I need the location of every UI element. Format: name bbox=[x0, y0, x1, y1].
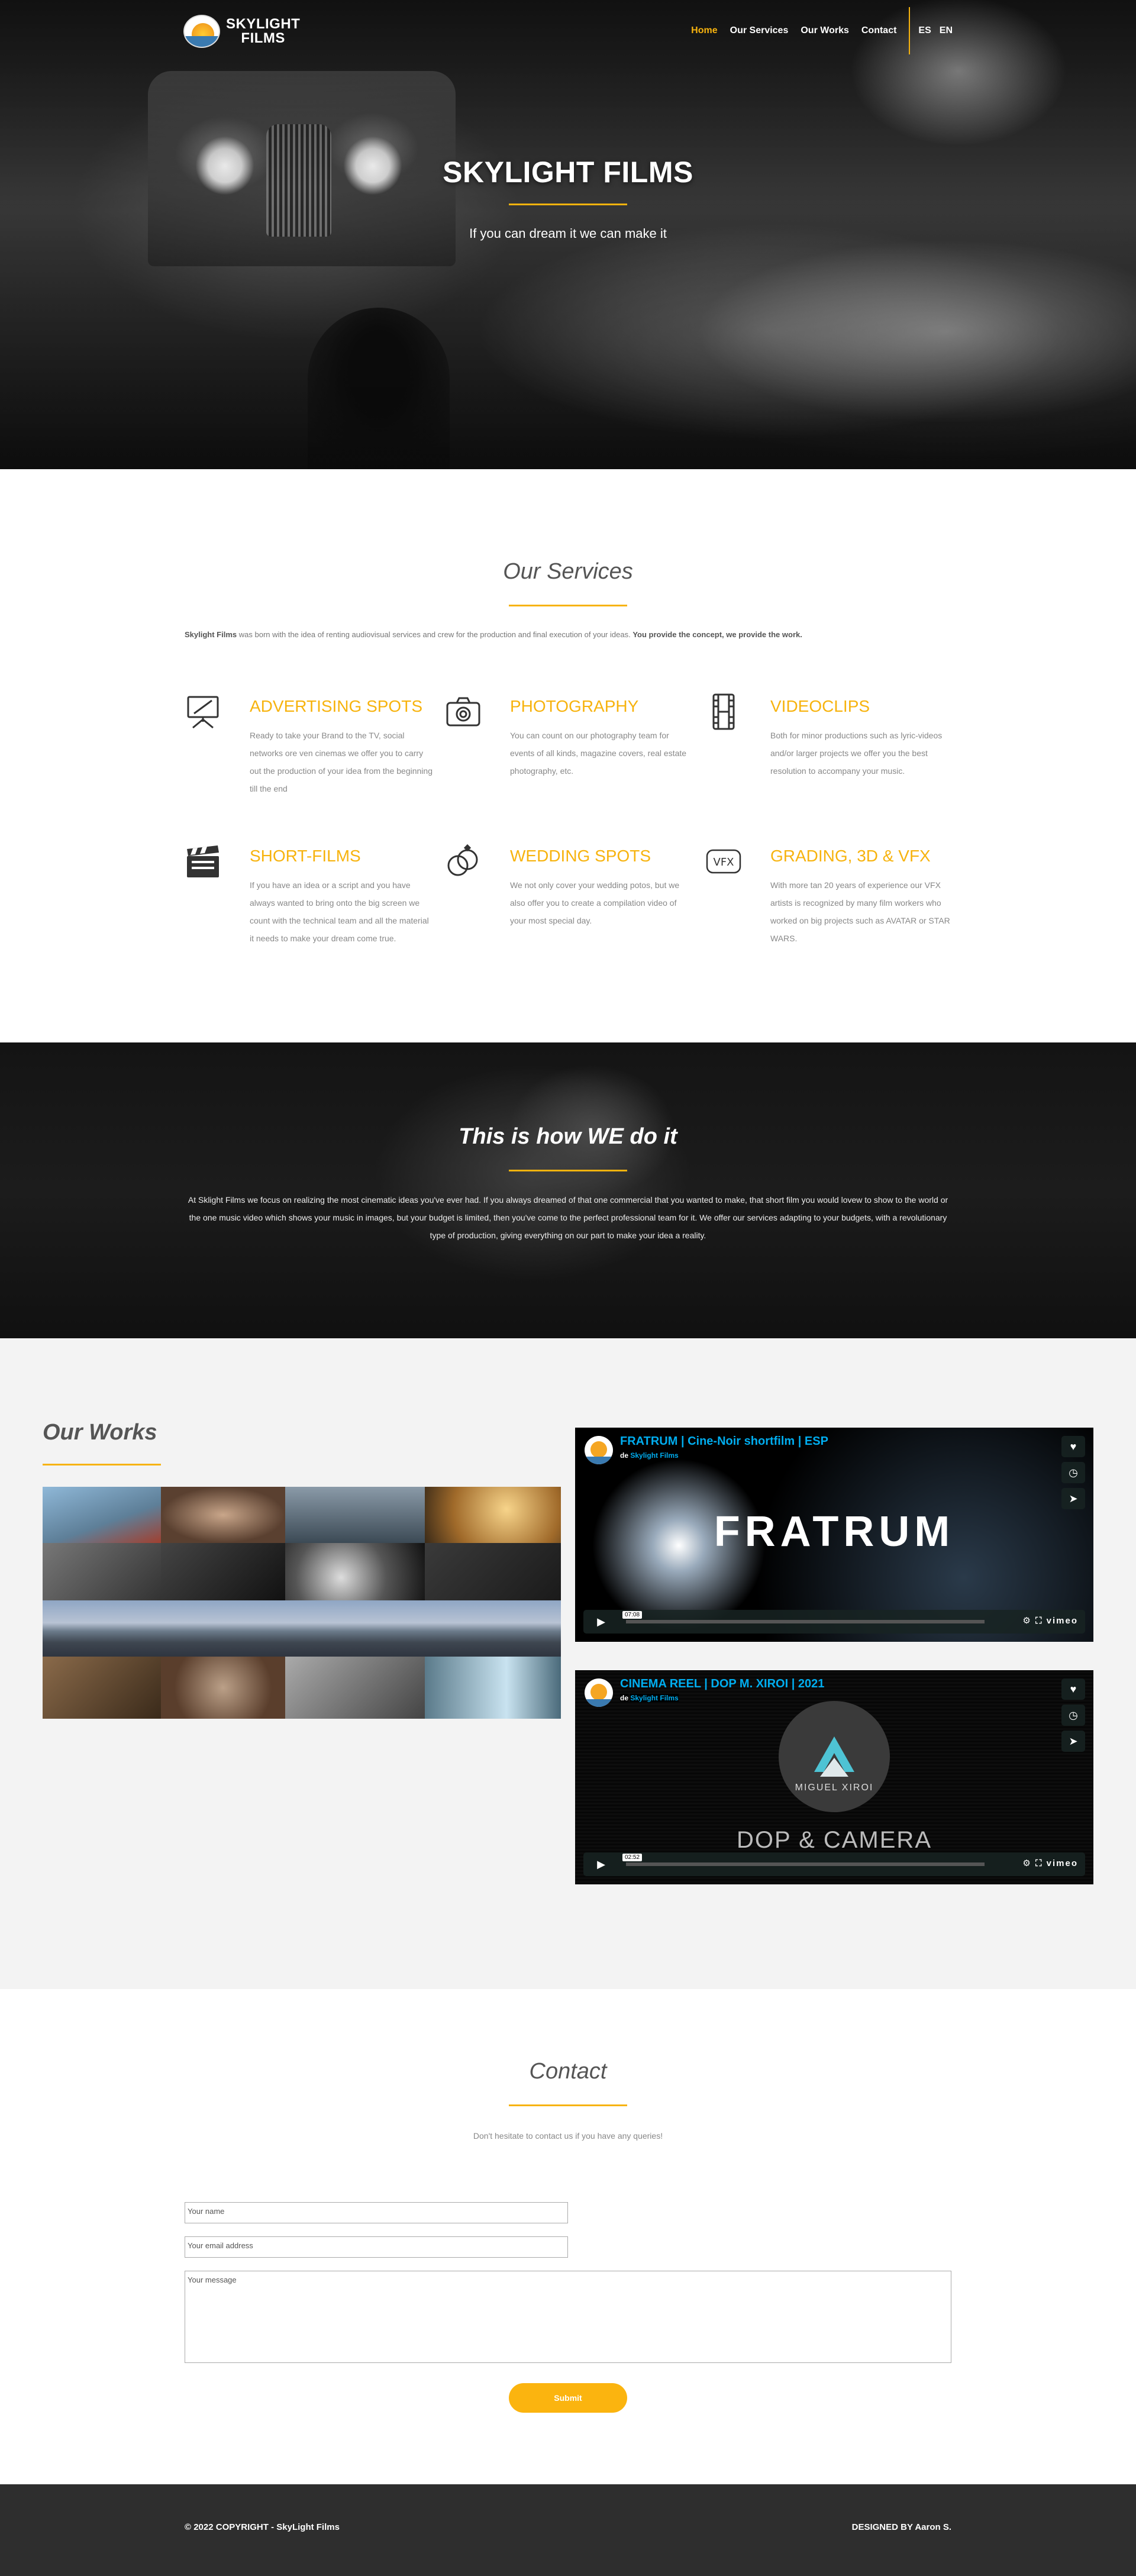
share-icon[interactable]: ➤ bbox=[1061, 1731, 1085, 1752]
video-channel[interactable]: Skylight Films bbox=[630, 1694, 679, 1702]
footer-designer: DESIGNED BY Aaron S. bbox=[851, 2522, 951, 2532]
how-text: At Sklight Films we focus on realizing t… bbox=[188, 1195, 948, 1240]
video-progress-track[interactable] bbox=[626, 1620, 985, 1623]
service-grading-vfx: VFX GRADING, 3D & VFX With more tan 20 y… bbox=[705, 843, 960, 973]
service-title: PHOTOGRAPHY bbox=[510, 697, 639, 715]
fullscreen-icon[interactable]: ⛶ bbox=[1035, 1858, 1043, 1868]
services-intro: Skylight Films was born with the idea of… bbox=[185, 630, 802, 639]
name-field[interactable]: Your name bbox=[185, 2202, 568, 2223]
works-collage-image[interactable] bbox=[43, 1487, 561, 1719]
video-control-bar: ▶ 07:08 ⚙ ⛶ vimeo bbox=[583, 1610, 1085, 1634]
lang-en[interactable]: EN bbox=[940, 25, 953, 36]
video-player-fratrum[interactable]: FRATRUM FRATRUM | Cine-Noir shortfilm | … bbox=[575, 1428, 1093, 1642]
hero-divider bbox=[509, 204, 627, 205]
service-text: You can count on our photography team fo… bbox=[510, 731, 687, 776]
logo-sun-icon bbox=[183, 15, 220, 48]
footer: © 2022 COPYRIGHT - SkyLight Films DESIGN… bbox=[0, 2484, 1136, 2576]
rings-icon bbox=[445, 843, 482, 880]
services-divider bbox=[509, 605, 627, 606]
service-photography: PHOTOGRAPHY You can count on our photogr… bbox=[445, 693, 699, 824]
clapperboard-icon bbox=[185, 843, 221, 880]
email-field[interactable]: Your email address bbox=[185, 2236, 568, 2258]
video-poster-text: FRATRUM bbox=[714, 1508, 955, 1555]
contact-divider bbox=[509, 2104, 627, 2106]
hero-subtitle: If you can dream it we can make it bbox=[469, 226, 667, 241]
play-icon[interactable]: ▶ bbox=[583, 1852, 619, 1876]
nav-home[interactable]: Home bbox=[691, 25, 717, 36]
video-duration: 07:08 bbox=[622, 1611, 643, 1619]
vimeo-logo[interactable]: vimeo bbox=[1047, 1858, 1078, 1868]
service-text: With more tan 20 years of experience our… bbox=[770, 880, 950, 943]
video-player-cinema-reel[interactable]: MIGUEL XIROI DOP & CAMERA CINEMA REEL | … bbox=[575, 1670, 1093, 1884]
video-by-label: de bbox=[620, 1451, 629, 1460]
nav-contact[interactable]: Contact bbox=[861, 25, 897, 36]
video-title[interactable]: FRATRUM | Cine-Noir shortfilm | ESP bbox=[620, 1435, 828, 1448]
message-field[interactable]: Your message bbox=[185, 2271, 951, 2363]
nav-our-works[interactable]: Our Works bbox=[801, 25, 849, 36]
service-text: If you have an idea or a script and you … bbox=[250, 880, 429, 943]
nav-our-services[interactable]: Our Services bbox=[730, 25, 789, 36]
video-control-bar: ▶ 02:52 ⚙ ⛶ vimeo bbox=[583, 1852, 1085, 1876]
watch-later-icon[interactable]: ◷ bbox=[1061, 1462, 1085, 1483]
video-by-label: de bbox=[620, 1694, 629, 1702]
main-menu: Home Our Services Our Works Contact ES E… bbox=[679, 7, 953, 54]
video-poster-subtext: MIGUEL XIROI bbox=[795, 1783, 874, 1793]
service-title: GRADING, 3D & VFX bbox=[770, 847, 931, 865]
video-channel[interactable]: Skylight Films bbox=[630, 1451, 679, 1460]
services-title: Our Services bbox=[503, 559, 633, 584]
video-title[interactable]: CINEMA REEL | DOP M. XIROI | 2021 bbox=[620, 1677, 824, 1691]
channel-avatar[interactable] bbox=[585, 1436, 613, 1464]
settings-icon[interactable]: ⚙ bbox=[1022, 1858, 1031, 1868]
nav-divider bbox=[909, 7, 911, 54]
footer-copyright: © 2022 COPYRIGHT - SkyLight Films bbox=[185, 2522, 340, 2532]
site-logo[interactable]: SKYLIGHT FILMS bbox=[183, 14, 300, 49]
how-divider bbox=[509, 1170, 627, 1171]
top-navigation: SKYLIGHT FILMS Home Our Services Our Wor… bbox=[0, 0, 1136, 59]
works-title: Our Works bbox=[43, 1420, 157, 1445]
service-short-films: SHORT-FILMS If you have an idea or a scr… bbox=[185, 843, 439, 973]
channel-avatar[interactable] bbox=[585, 1678, 613, 1707]
video-duration: 02:52 bbox=[622, 1854, 643, 1861]
like-icon[interactable]: ♥ bbox=[1061, 1678, 1085, 1700]
service-text: We not only cover your wedding potos, bu… bbox=[510, 880, 680, 925]
fullscreen-icon[interactable]: ⛶ bbox=[1035, 1616, 1043, 1626]
works-divider bbox=[43, 1464, 161, 1465]
play-icon[interactable]: ▶ bbox=[583, 1610, 619, 1634]
svg-text:VFX: VFX bbox=[714, 856, 734, 869]
watch-later-icon[interactable]: ◷ bbox=[1061, 1705, 1085, 1726]
service-text: Both for minor productions such as lyric… bbox=[770, 731, 943, 776]
share-icon[interactable]: ➤ bbox=[1061, 1488, 1085, 1509]
service-wedding: WEDDING SPOTS We not only cover your wed… bbox=[445, 843, 699, 973]
logo-line-2: FILMS bbox=[241, 30, 285, 46]
film-strip-icon bbox=[705, 693, 742, 730]
service-text: Ready to take your Brand to the TV, soci… bbox=[250, 731, 433, 793]
service-title: SHORT-FILMS bbox=[250, 847, 361, 865]
service-advertising: ADVERTISING SPOTS Ready to take your Bra… bbox=[185, 693, 439, 824]
vfx-icon: VFX bbox=[705, 843, 742, 880]
contact-subtitle: Don't hesitate to contact us if you have… bbox=[473, 2131, 663, 2141]
submit-button[interactable]: Submit bbox=[509, 2383, 627, 2413]
camera-icon bbox=[445, 693, 482, 730]
hero-title: SKYLIGHT FILMS bbox=[443, 156, 693, 189]
service-title: VIDEOCLIPS bbox=[770, 697, 870, 715]
miguel-xiroi-logo bbox=[779, 1701, 890, 1812]
how-title: This is how WE do it bbox=[459, 1124, 677, 1149]
settings-icon[interactable]: ⚙ bbox=[1022, 1616, 1031, 1626]
service-title: ADVERTISING SPOTS bbox=[250, 697, 422, 715]
vimeo-logo[interactable]: vimeo bbox=[1047, 1616, 1078, 1626]
like-icon[interactable]: ♥ bbox=[1061, 1436, 1085, 1457]
video-poster-text: DOP & CAMERA bbox=[737, 1827, 932, 1853]
service-videoclips: VIDEOCLIPS Both for minor productions su… bbox=[705, 693, 960, 824]
contact-title: Contact bbox=[529, 2059, 607, 2084]
video-progress-track[interactable] bbox=[626, 1862, 985, 1866]
service-title: WEDDING SPOTS bbox=[510, 847, 651, 865]
lang-es[interactable]: ES bbox=[918, 25, 931, 36]
easel-icon bbox=[185, 693, 221, 730]
logo-line-1: SKYLIGHT bbox=[226, 16, 301, 32]
how-section-background bbox=[0, 1042, 1136, 1338]
